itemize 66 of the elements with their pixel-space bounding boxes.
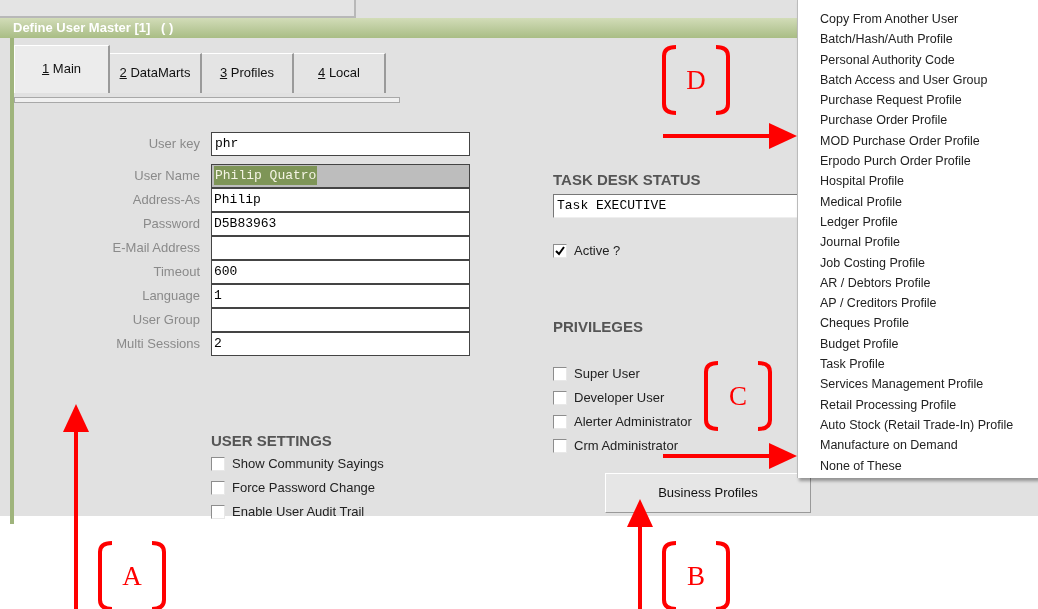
field-label: User Group <box>131 310 200 329</box>
text-field[interactable] <box>211 235 470 260</box>
menu-item[interactable]: Auto Stock (Retail Trade-In) Profile <box>798 414 1038 436</box>
checkbox-label: Crm Administrator <box>574 436 679 455</box>
checkbox[interactable] <box>553 244 567 258</box>
callout-letter: A <box>121 559 143 593</box>
menu-item[interactable]: Budget Profile <box>798 333 1038 355</box>
menu-item[interactable]: Purchase Order Profile <box>798 110 1038 131</box>
checkbox[interactable] <box>211 480 225 495</box>
tab[interactable]: 4 Local <box>294 52 386 93</box>
menu-item[interactable]: Purchase Request Profile <box>798 90 1038 111</box>
user-key-field[interactable]: phr <box>211 131 470 156</box>
checkbox-label: Force Password Change <box>232 478 376 497</box>
menu-item[interactable]: Job Costing Profile <box>798 252 1038 273</box>
menu-item[interactable]: Retail Processing Profile <box>798 394 1038 415</box>
menu-item[interactable]: Services Management Profile <box>798 374 1038 395</box>
text-field[interactable]: 2 <box>211 331 470 356</box>
section-heading: TASK DESK STATUS <box>553 169 702 190</box>
tab[interactable]: 2 DataMarts <box>110 52 202 93</box>
menu-item[interactable]: Copy From Another User <box>798 9 1038 30</box>
callout-letter: D <box>685 63 707 97</box>
checkbox-label: Enable User Audit Trail <box>232 502 365 521</box>
field-label: E-Mail Address <box>111 238 200 257</box>
field-label: Multi Sessions <box>115 334 200 353</box>
menu-item[interactable]: Hospital Profile <box>798 171 1038 192</box>
menu-item[interactable]: Batch/Hash/Auth Profile <box>798 29 1038 50</box>
menu-item[interactable]: Task Profile <box>798 354 1038 375</box>
checkbox-label: Super User <box>574 364 640 383</box>
checkbox-label: Alerter Administrator <box>574 412 692 431</box>
menu-item[interactable]: AR / Debtors Profile <box>798 272 1038 294</box>
menu-item[interactable]: Manufacture on Demand <box>798 435 1038 456</box>
checkbox-label: Show Community Sayings <box>232 454 384 473</box>
field-label: Language <box>141 286 200 305</box>
field-label: Password <box>141 214 200 233</box>
menu-item[interactable]: Erpodo Purch Order Profile <box>798 151 1038 172</box>
window-title: Define User Master [1] ( ) <box>13 19 174 37</box>
checkbox-label: Developer User <box>574 388 665 407</box>
field-label: User Name <box>133 166 200 185</box>
checkbox[interactable] <box>553 438 567 453</box>
checkbox[interactable] <box>211 456 225 471</box>
text-field[interactable]: Philip <box>211 187 470 212</box>
callout-letter: C <box>728 379 748 413</box>
checkbox[interactable] <box>211 504 225 519</box>
checkbox[interactable] <box>553 414 567 429</box>
field-label: Timeout <box>152 262 200 281</box>
text-field[interactable]: 1 <box>211 283 470 308</box>
text-field[interactable]: D5B83963 <box>211 211 470 236</box>
business-profiles-button[interactable]: Business Profiles <box>605 472 811 513</box>
menu-item[interactable]: Cheques Profile <box>798 313 1038 334</box>
checkbox-label: Active ? <box>574 242 621 261</box>
field-label: User key <box>147 134 200 153</box>
field-label: Address-As <box>131 190 200 209</box>
text-field[interactable]: 600 <box>211 259 470 284</box>
text-field[interactable] <box>211 307 470 332</box>
section-heading: PRIVILEGES <box>553 317 645 337</box>
section-heading: USER SETTINGS <box>211 430 333 451</box>
menu-item[interactable]: MOD Purchase Order Profile <box>798 130 1038 152</box>
checkbox[interactable] <box>553 390 567 405</box>
menu-item[interactable]: Journal Profile <box>798 232 1038 253</box>
tab[interactable]: 3 Profiles <box>202 52 294 93</box>
callout-letter: B <box>686 559 706 593</box>
menu-item[interactable]: Personal Authority Code <box>798 49 1038 70</box>
checkbox[interactable] <box>553 366 567 381</box>
menu-item[interactable]: Batch Access and User Group <box>798 69 1038 91</box>
menu-item[interactable]: AP / Creditors Profile <box>798 293 1038 314</box>
tab[interactable]: 1 Main <box>14 44 110 93</box>
